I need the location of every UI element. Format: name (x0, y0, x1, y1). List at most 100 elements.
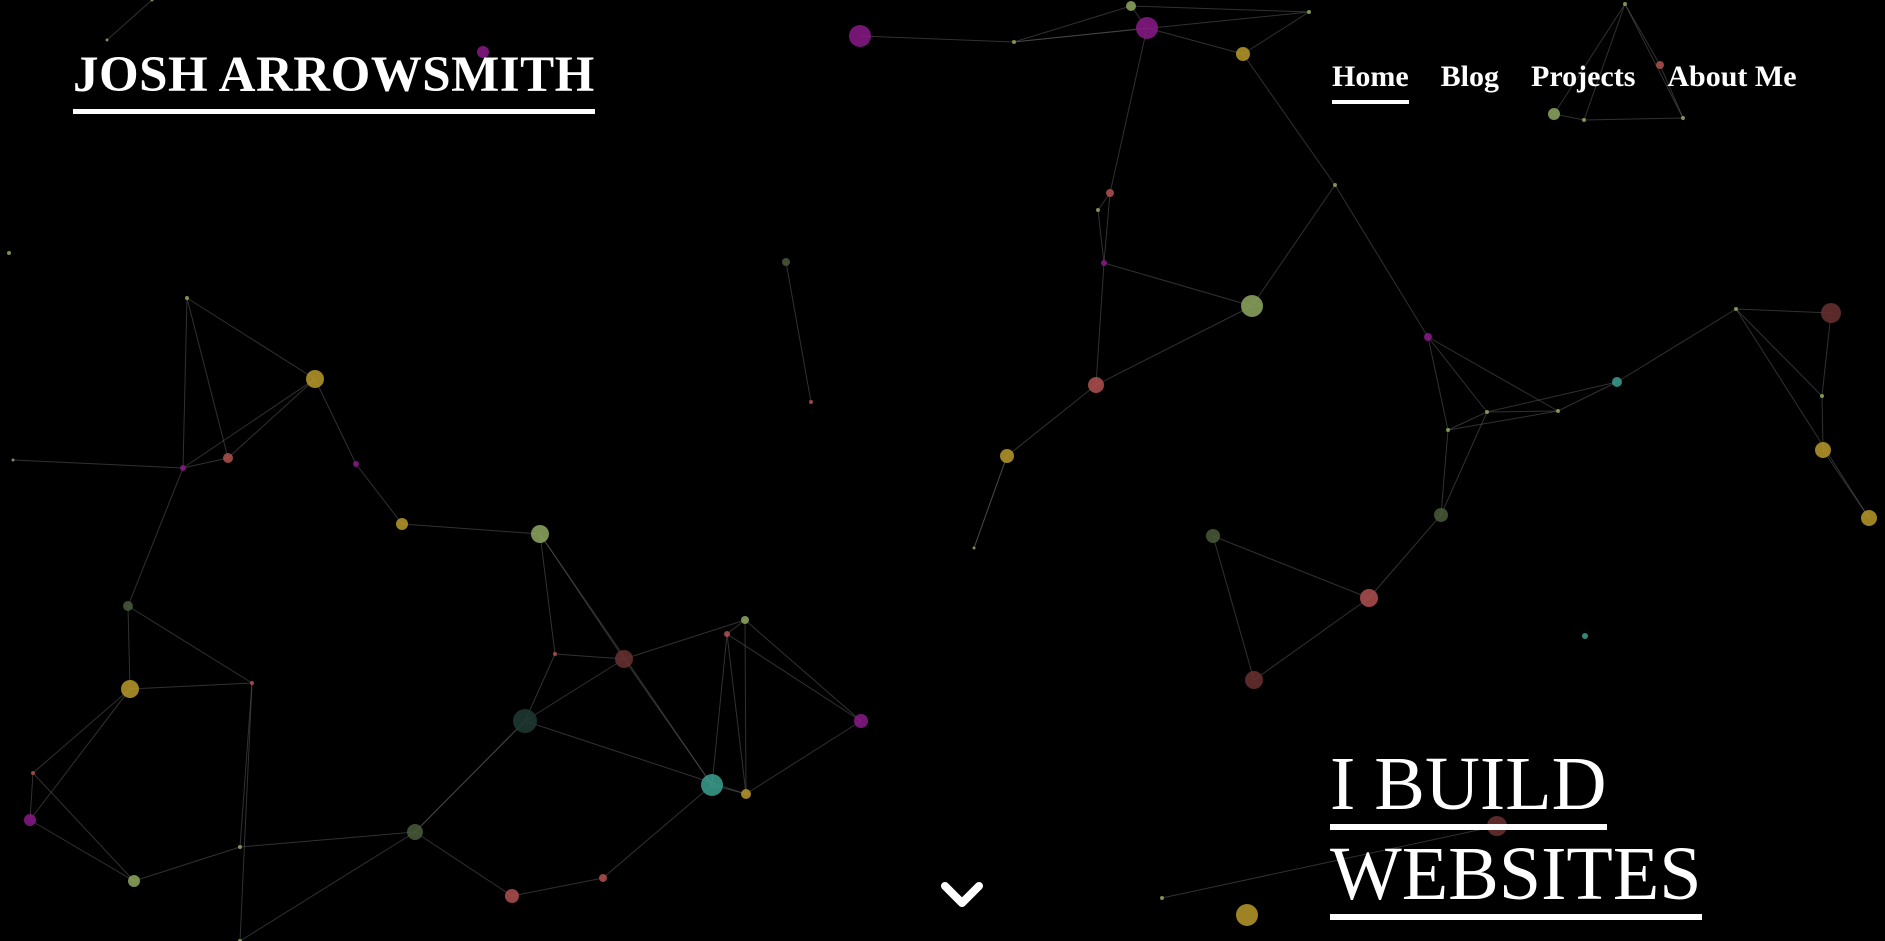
network-edge (711, 633, 728, 786)
network-node (1106, 189, 1114, 197)
network-edge (1486, 410, 1559, 413)
network-edge (1212, 535, 1370, 599)
network-node (250, 681, 254, 685)
network-edge (1095, 262, 1105, 386)
network-edge (973, 455, 1008, 549)
network-node (1360, 589, 1378, 607)
nav-link-home[interactable]: Home (1332, 62, 1409, 104)
network-node (1485, 410, 1489, 414)
nav-link-blog[interactable]: Blog (1441, 62, 1499, 104)
network-node (128, 875, 140, 887)
network-edge (1013, 5, 1132, 43)
network-node (809, 400, 813, 404)
network-node (513, 709, 537, 733)
network-node (353, 461, 359, 467)
network-edge (1583, 117, 1684, 121)
network-edge (355, 463, 403, 525)
network-edge (1447, 411, 1488, 431)
network-node (972, 546, 976, 550)
network-edge (29, 819, 135, 882)
network-node (1820, 394, 1824, 398)
network-edge (726, 633, 862, 722)
network-node (238, 845, 242, 849)
network-edge (511, 877, 604, 897)
network-edge (1821, 395, 1824, 451)
network-edge (239, 682, 253, 941)
network-node (396, 518, 408, 530)
network-node (1861, 510, 1877, 526)
network-node (1000, 449, 1014, 463)
network-edge (1013, 11, 1310, 43)
nav-link-about-me[interactable]: About Me (1667, 62, 1796, 104)
network-edge (1735, 308, 1823, 397)
network-node (121, 680, 139, 698)
network-edge (29, 688, 131, 821)
network-node (1101, 260, 1107, 266)
network-node (306, 370, 324, 388)
hero-line-2: WEBSITES (1330, 836, 1702, 920)
network-edge (186, 297, 316, 380)
network-edge (1427, 336, 1449, 431)
network-edge (1557, 381, 1618, 412)
network-edge (1242, 53, 1336, 186)
network-node (1088, 377, 1104, 393)
network-node (1434, 508, 1448, 522)
network-node (1582, 633, 1588, 639)
network-node (1236, 47, 1250, 61)
network-node (741, 789, 751, 799)
network-node (24, 814, 36, 826)
network-edge (106, 0, 153, 41)
network-node (615, 650, 633, 668)
network-edge (1334, 184, 1429, 338)
network-node (1556, 409, 1560, 413)
network-edge (744, 619, 862, 722)
network-node (185, 296, 189, 300)
network-node (1245, 671, 1263, 689)
hero-line-1: I BUILD (1330, 746, 1607, 830)
network-edge (1097, 209, 1105, 264)
network-node (1623, 2, 1627, 6)
network-edge (127, 605, 131, 690)
network-edge (1130, 5, 1310, 13)
network-node (724, 631, 730, 637)
network-edge (12, 459, 184, 469)
network-edge (1253, 597, 1370, 681)
network-edge (1735, 308, 1870, 519)
network-edge (133, 846, 241, 882)
site-brand-link[interactable]: JOSH ARROWSMITH (73, 50, 595, 114)
network-edge (239, 831, 416, 848)
network-edge (1616, 308, 1737, 383)
network-edge (1212, 535, 1255, 681)
network-edge (32, 772, 135, 882)
network-edge (859, 35, 1015, 43)
network-node (553, 652, 557, 656)
scroll-down-button[interactable] (939, 878, 985, 912)
network-node (31, 771, 35, 775)
network-node (782, 258, 790, 266)
network-node (1206, 529, 1220, 543)
network-node (1612, 377, 1622, 387)
network-edge (726, 633, 747, 795)
main-nav: Home Blog Projects About Me (1332, 62, 1797, 104)
network-node (854, 714, 868, 728)
network-edge (182, 378, 316, 469)
nav-link-projects[interactable]: Projects (1531, 62, 1635, 104)
network-edge (1447, 410, 1559, 431)
network-node (531, 525, 549, 543)
network-edge (745, 720, 862, 795)
network-edge (314, 378, 357, 465)
network-node (180, 465, 186, 471)
page: JOSH ARROWSMITH Home Blog Projects About… (0, 0, 1885, 941)
network-node (1333, 183, 1337, 187)
network-edge (1251, 184, 1336, 307)
network-edge (127, 605, 253, 684)
hero-heading: I BUILD WEBSITES (1330, 746, 1702, 926)
network-edge (524, 658, 625, 722)
network-node (1821, 303, 1841, 323)
network-edge (1821, 312, 1832, 397)
network-node (1815, 442, 1831, 458)
network-node (223, 453, 233, 463)
network-edge (1427, 336, 1488, 413)
network-node (1160, 896, 1164, 900)
network-edge (1109, 27, 1148, 194)
